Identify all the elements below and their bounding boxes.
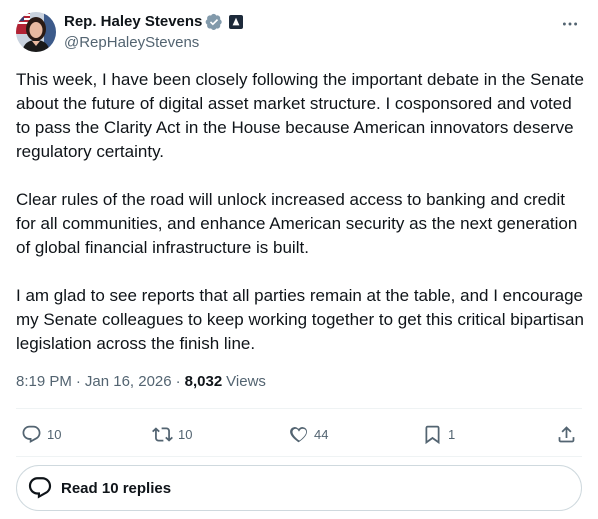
views-count: 8,032 [184, 373, 223, 390]
post-time[interactable]: 8:19 PM [16, 372, 72, 392]
reply-icon [22, 425, 41, 443]
repost-button[interactable]: 10 [152, 420, 192, 448]
share-icon [558, 425, 575, 442]
post-metadata: 8:19 PM · Jan 16, 2026 · 8,032 Views [16, 372, 266, 392]
read-replies-button[interactable]: Read 10 replies [16, 465, 582, 511]
share-button[interactable] [556, 420, 577, 448]
divider [16, 456, 582, 457]
post-text: This week, I have been closely following… [16, 68, 586, 356]
repost-count: 10 [178, 426, 193, 442]
more-icon [562, 22, 578, 26]
bookmark-button[interactable]: 1 [422, 420, 455, 448]
government-affiliation-icon[interactable] [229, 15, 244, 29]
avatar[interactable] [16, 12, 56, 52]
reply-button[interactable]: 10 [21, 420, 61, 448]
action-bar: 10 10 44 1 [16, 420, 582, 448]
handle[interactable]: @RepHaleyStevens [64, 33, 243, 53]
author-block: Rep. Haley Stevens @RepHaleyStevens [64, 12, 244, 53]
bookmark-icon [425, 425, 440, 444]
repost-icon [152, 426, 173, 442]
reply-bubble-icon [28, 477, 52, 499]
display-name[interactable]: Rep. Haley Stevens [64, 12, 202, 32]
divider [16, 408, 582, 409]
verified-badge-icon[interactable] [205, 13, 223, 31]
reply-count: 10 [47, 426, 62, 442]
heart-icon [290, 426, 308, 442]
post-paragraph: Clear rules of the road will unlock incr… [16, 190, 578, 257]
post-header: Rep. Haley Stevens @RepHaleyStevens [16, 12, 582, 54]
like-count: 44 [314, 426, 329, 442]
meta-separator: · [75, 373, 81, 390]
post-date[interactable]: Jan 16, 2026 [85, 372, 172, 392]
more-options-button[interactable] [558, 14, 582, 34]
views-label: Views [226, 373, 266, 390]
meta-separator: · [175, 373, 181, 390]
post-paragraph: This week, I have been closely following… [16, 70, 584, 161]
bookmark-count: 1 [448, 426, 456, 442]
post-paragraph: I am glad to see reports that all partie… [16, 286, 584, 353]
like-button[interactable]: 44 [288, 420, 328, 448]
read-replies-label: Read 10 replies [61, 479, 172, 497]
